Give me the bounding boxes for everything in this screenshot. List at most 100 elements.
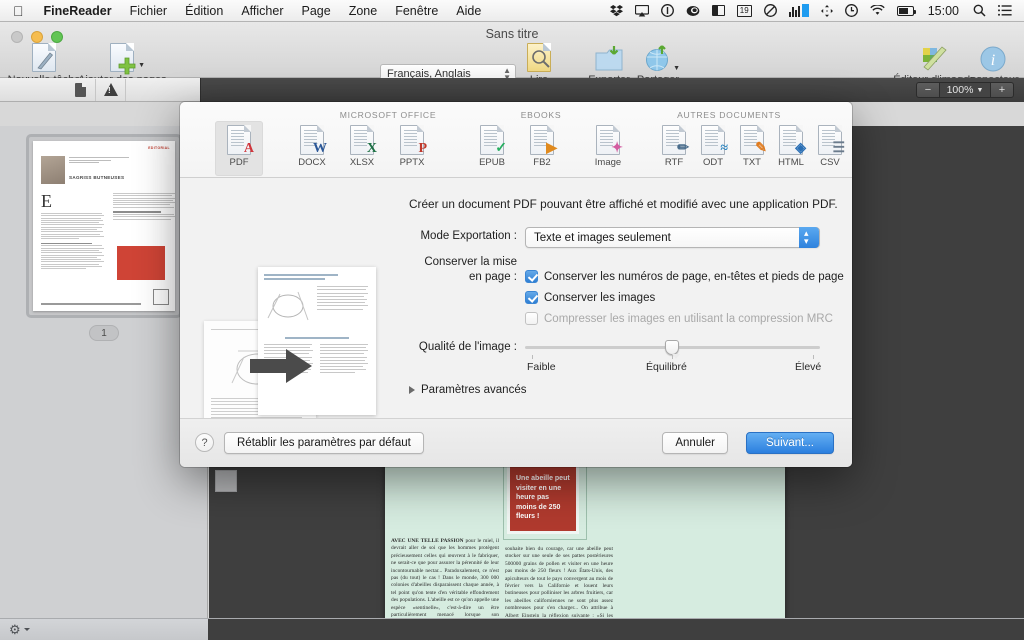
equalizer-icon[interactable] (784, 0, 814, 22)
format-option-epub[interactable]: ✓ EPUB (468, 121, 516, 176)
zoom-out-button[interactable]: − (916, 82, 940, 98)
format-selector-strip: MICROSOFT OFFICE EBOOKS AUTRES DOCUMENTS… (180, 102, 852, 178)
status-bar: ⚙ (0, 618, 1024, 640)
export-dialog: MICROSOFT OFFICE EBOOKS AUTRES DOCUMENTS… (180, 102, 852, 467)
export-mode-label: Mode Exportation : (420, 230, 517, 242)
window-title: Sans titre (485, 27, 539, 41)
format-group-label-other: AUTRES DOCUMENTS (677, 110, 781, 120)
checkbox-page-numbers[interactable] (525, 270, 538, 283)
share-icon: ▼ (622, 42, 694, 72)
do-not-disturb-icon[interactable] (759, 0, 782, 22)
menu-item-aide[interactable]: Aide (447, 0, 490, 22)
cancel-button[interactable]: Annuler (662, 432, 728, 454)
format-description: Créer un document PDF pouvant être affic… (409, 197, 838, 211)
gear-icon[interactable]: ⚙ (9, 623, 21, 636)
document-column-3: souhaite bien du courage, car une abeill… (505, 546, 613, 618)
thumbnail-footer-bar (41, 303, 141, 305)
reset-defaults-button[interactable]: Rétablir les paramètres par défaut (224, 432, 424, 454)
grid-view-toggle[interactable] (215, 470, 237, 492)
format-option-image[interactable]: ✦ Image (584, 121, 632, 176)
document-column-3-text: souhaite bien du courage, car une abeill… (505, 546, 613, 618)
chevron-right-icon (409, 386, 415, 394)
help-button[interactable]: ? (195, 433, 214, 452)
info-circle-icon[interactable] (656, 0, 679, 22)
menu-item-page[interactable]: Page (293, 0, 340, 22)
menu-bar-status-items: 19 15:00 (605, 0, 1024, 22)
notification-center-icon[interactable] (993, 0, 1017, 22)
advanced-settings-disclosure[interactable]: Paramètres avancés (409, 384, 526, 396)
menu-item-zone[interactable]: Zone (340, 0, 387, 22)
wifi-icon[interactable] (865, 0, 890, 22)
thumbnail-page-number: 1 (89, 325, 119, 341)
format-label-pdf: PDF (229, 157, 249, 168)
format-option-xlsx[interactable]: X XLSX (338, 121, 386, 176)
layout-label-line2: en page : (469, 271, 517, 283)
warning-icon (103, 83, 118, 96)
thumbnail-page-preview: EDITORIAL SAGRISS BUTNEUSES E (33, 141, 175, 311)
format-option-docx[interactable]: W DOCX (288, 121, 336, 176)
thumbnail-qr-code (153, 289, 169, 305)
search-icon[interactable] (968, 0, 991, 22)
checkbox-row-keep-images[interactable]: Conserver les images (525, 291, 655, 304)
csv-icon: ☰ (806, 124, 852, 156)
apple-menu-icon[interactable]:  (0, 4, 35, 18)
menu-item-fichier[interactable]: Fichier (121, 0, 177, 22)
thumbnail-item[interactable]: EDITORIAL SAGRISS BUTNEUSES E 1 (26, 134, 182, 341)
zoom-in-button[interactable]: + (990, 82, 1014, 98)
warnings-button[interactable] (96, 78, 126, 101)
thumbnail-frame: EDITORIAL SAGRISS BUTNEUSES E (26, 134, 182, 318)
zoom-level[interactable]: 100% ▼ (940, 82, 990, 98)
export-mode-select[interactable]: Texte et images seulement (525, 223, 820, 251)
format-label-csv: CSV (820, 157, 840, 168)
zoom-level-value: 100% (946, 84, 974, 96)
battery-icon[interactable] (892, 0, 919, 22)
format-option-csv[interactable]: ☰ CSV (806, 121, 852, 176)
document-callout: Une abeille peut visiter en une heure pa… (507, 464, 579, 534)
thumbnail-callout (117, 246, 165, 280)
thumbnail-column-right (113, 193, 175, 221)
menu-item-afficher[interactable]: Afficher (232, 0, 292, 22)
format-option-pdf[interactable]: A PDF (215, 121, 263, 176)
next-button[interactable]: Suivant... (746, 432, 834, 454)
checkbox-mrc-compression (525, 312, 538, 325)
document-headline-block: AVEC UNE TELLE PASSION pour le miel, il … (391, 538, 499, 618)
conversion-arrow-icon (250, 349, 312, 383)
checkbox-row-page-numbers[interactable]: Conserver les numéros de page, en-têtes … (525, 270, 844, 283)
split-view-icon[interactable] (707, 0, 730, 22)
epub-icon: ✓ (468, 124, 516, 156)
checkbox-label-page-numbers: Conserver les numéros de page, en-têtes … (544, 270, 844, 283)
thumbnail-dropcap: E (41, 191, 52, 211)
image-quality-slider-knob[interactable] (665, 340, 680, 359)
image-quality-label: Qualité de l'image : (418, 341, 517, 353)
dropbox-icon[interactable] (605, 0, 628, 22)
preview-result-page (258, 267, 376, 415)
document-view-button[interactable] (66, 78, 96, 101)
menu-item-fenetre[interactable]: Fenêtre (386, 0, 447, 22)
menu-item-finereader[interactable]: FineReader (35, 0, 121, 22)
export-mode-value: Texte et images seulement (534, 232, 671, 244)
menu-item-edition[interactable]: Édition (176, 0, 232, 22)
format-group-label-ebooks: EBOOKS (520, 110, 562, 120)
thumbnail-panel[interactable]: EDITORIAL SAGRISS BUTNEUSES E 1 (0, 126, 208, 618)
checkbox-keep-images[interactable] (525, 291, 538, 304)
status-bar-dark-area (208, 619, 1024, 640)
move-icon[interactable] (816, 0, 838, 22)
pdf-icon: A (215, 124, 263, 156)
format-label-docx: DOCX (298, 157, 326, 168)
menu-bar-clock[interactable]: 15:00 (921, 4, 966, 18)
creative-cloud-icon[interactable] (681, 0, 705, 22)
format-option-fb2[interactable]: ▶ FB2 (518, 121, 566, 176)
calendar-icon[interactable]: 19 (732, 0, 757, 22)
pptx-icon: P (388, 124, 436, 156)
airplay-icon[interactable] (630, 0, 654, 22)
format-option-pptx[interactable]: P PPTX (388, 121, 436, 176)
document-icon (75, 82, 86, 97)
app-window: Sans titre Nouvelle tâche ▼ Ajouter des … (0, 22, 1024, 640)
time-machine-icon[interactable] (840, 0, 863, 22)
slider-label-low: Faible (527, 361, 556, 373)
dialog-body: Créer un document PDF pouvant être affic… (180, 178, 852, 459)
dialog-footer: ? Rétablir les paramètres par défaut Ann… (180, 418, 852, 467)
slider-label-high: Élevé (795, 361, 822, 373)
checkbox-label-mrc-compression: Compresser les images en utilisant la co… (544, 312, 833, 325)
chevron-down-icon[interactable] (24, 628, 30, 631)
